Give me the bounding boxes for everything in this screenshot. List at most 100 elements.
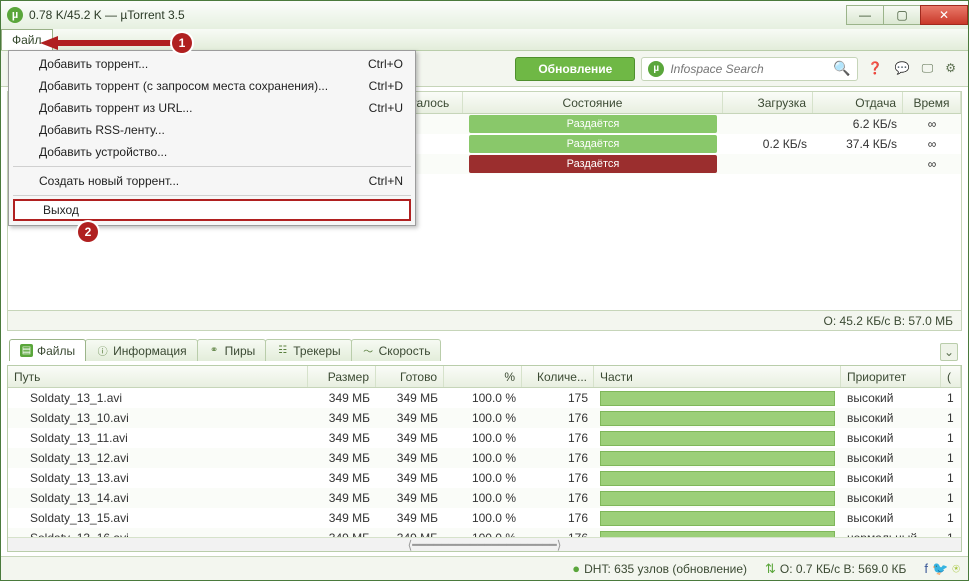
cell-parts: [594, 528, 841, 537]
col-download[interactable]: Загрузка: [723, 92, 813, 113]
search-icon[interactable]: 🔍: [833, 60, 850, 77]
menu-separator: [13, 166, 411, 167]
cell-pct: 100.0 %: [444, 388, 522, 408]
cell-path: Soldaty_13_14.avi: [8, 488, 308, 508]
cell-done: 349 МБ: [376, 508, 444, 528]
file-row[interactable]: Soldaty_13_10.avi349 МБ349 МБ100.0 %176в…: [8, 408, 961, 428]
cell-fsize: 349 МБ: [308, 508, 376, 528]
facebook-icon[interactable]: f: [924, 561, 928, 576]
tab-speed[interactable]: 〜Скорость: [351, 339, 442, 361]
cell-cnt: 176: [522, 528, 594, 537]
statusbar: ●DHT: 635 узлов (обновление) ⇅O: 0.7 КБ/…: [1, 556, 968, 580]
fcol-path[interactable]: Путь: [8, 366, 308, 387]
cell-pct: 100.0 %: [444, 528, 522, 537]
menu-item[interactable]: Добавить торрент...Ctrl+O: [11, 53, 413, 75]
search-box[interactable]: µ 🔍: [641, 57, 857, 81]
cell-state: Раздаётся: [463, 154, 723, 174]
file-row[interactable]: Soldaty_13_13.avi349 МБ349 МБ100.0 %176в…: [8, 468, 961, 488]
cell-last: 1: [941, 528, 961, 537]
update-button[interactable]: Обновление: [515, 57, 635, 81]
col-upload[interactable]: Отдача: [813, 92, 903, 113]
files-icon: ▤: [20, 344, 33, 357]
menu-item[interactable]: Добавить устройство...: [11, 141, 413, 163]
window-controls: — ▢ ✕: [847, 5, 968, 25]
tab-files[interactable]: ▤Файлы: [9, 339, 86, 361]
fcol-last[interactable]: (: [941, 366, 961, 387]
file-row[interactable]: Soldaty_13_12.avi349 МБ349 МБ100.0 %176в…: [8, 448, 961, 468]
menu-exit[interactable]: Выход: [13, 199, 411, 221]
cell-state: Раздаётся: [463, 134, 723, 154]
close-button[interactable]: ✕: [920, 5, 968, 25]
fcol-pct[interactable]: %: [444, 366, 522, 387]
cell-last: 1: [941, 428, 961, 448]
menu-item[interactable]: Добавить торрент из URL...Ctrl+U: [11, 97, 413, 119]
ut-icon: µ: [648, 61, 664, 77]
chat-icon[interactable]: 💬: [895, 61, 910, 76]
cell-prio: высокий: [841, 428, 941, 448]
cell-fsize: 349 МБ: [308, 448, 376, 468]
tab-trackers[interactable]: ☷Трекеры: [265, 339, 351, 361]
cell-done: 349 МБ: [376, 428, 444, 448]
file-row[interactable]: Soldaty_13_16.avi349 МБ349 МБ100.0 %176н…: [8, 528, 961, 537]
cell-done: 349 МБ: [376, 488, 444, 508]
cell-pct: 100.0 %: [444, 408, 522, 428]
menu-create-torrent[interactable]: Создать новый торрент... Ctrl+N: [11, 170, 413, 192]
col-state[interactable]: Состояние: [463, 92, 723, 113]
tabs-more[interactable]: ⌄: [940, 343, 958, 361]
cell-pct: 100.0 %: [444, 448, 522, 468]
cell-prio: высокий: [841, 408, 941, 428]
cell-cnt: 176: [522, 448, 594, 468]
torrent-footer-status: O: 45.2 КБ/с B: 57.0 МБ: [8, 310, 961, 330]
col-time[interactable]: Время: [903, 92, 961, 113]
net-icon: ⇅: [765, 561, 776, 577]
cell-prio: высокий: [841, 448, 941, 468]
menu-separator: [13, 195, 411, 196]
min-button[interactable]: —: [846, 5, 884, 25]
annotation-arrow: [40, 36, 180, 50]
cell-time: ∞: [903, 134, 961, 154]
status-speed: ⇅O: 0.7 КБ/с B: 569.0 КБ: [765, 561, 906, 577]
cell-path: Soldaty_13_12.avi: [8, 448, 308, 468]
fcol-size[interactable]: Размер: [308, 366, 376, 387]
cell-cnt: 176: [522, 488, 594, 508]
twitter-icon[interactable]: 🐦: [932, 561, 948, 577]
tab-peers[interactable]: ⚭Пиры: [197, 339, 267, 361]
fcol-priority[interactable]: Приоритет: [841, 366, 941, 387]
fcol-parts[interactable]: Части: [594, 366, 841, 387]
cell-parts: [594, 388, 841, 408]
help-icon[interactable]: ❓: [868, 61, 883, 76]
cell-fsize: 349 МБ: [308, 388, 376, 408]
cell-cnt: 175: [522, 388, 594, 408]
h-scrollbar[interactable]: ⟨━━━━━━━━━━━━━━━━━━━━⟩: [8, 537, 961, 551]
cell-path: Soldaty_13_11.avi: [8, 428, 308, 448]
cell-prio: высокий: [841, 488, 941, 508]
menu-item[interactable]: Добавить торрент (с запросом места сохра…: [11, 75, 413, 97]
cell-pct: 100.0 %: [444, 428, 522, 448]
android-icon[interactable]: ⍟: [952, 561, 960, 577]
search-input[interactable]: [670, 62, 827, 76]
menu-item[interactable]: Добавить RSS-ленту...: [11, 119, 413, 141]
cell-fsize: 349 МБ: [308, 428, 376, 448]
file-row[interactable]: Soldaty_13_14.avi349 МБ349 МБ100.0 %176в…: [8, 488, 961, 508]
cell-cnt: 176: [522, 508, 594, 528]
tab-info[interactable]: ⓘИнформация: [85, 339, 197, 361]
file-row[interactable]: Soldaty_13_15.avi349 МБ349 МБ100.0 %176в…: [8, 508, 961, 528]
cell-done: 349 МБ: [376, 528, 444, 537]
file-row[interactable]: Soldaty_13_1.avi349 МБ349 МБ100.0 %175вы…: [8, 388, 961, 408]
file-row[interactable]: Soldaty_13_11.avi349 МБ349 МБ100.0 %176в…: [8, 428, 961, 448]
cell-cnt: 176: [522, 428, 594, 448]
fcol-count[interactable]: Количе...: [522, 366, 594, 387]
files-panel: Путь Размер Готово % Количе... Части При…: [7, 365, 962, 552]
cell-fsize: 349 МБ: [308, 488, 376, 508]
settings-icon[interactable]: ⚙: [945, 61, 956, 76]
cell-fsize: 349 МБ: [308, 468, 376, 488]
remote-icon[interactable]: 🖵: [922, 61, 934, 76]
cell-done: 349 МБ: [376, 468, 444, 488]
fcol-done[interactable]: Готово: [376, 366, 444, 387]
cell-path: Soldaty_13_16.avi: [8, 528, 308, 537]
window-title: 0.78 K/45.2 K — µTorrent 3.5: [29, 8, 847, 22]
annotation-badge-1: 1: [172, 33, 192, 53]
max-button[interactable]: ▢: [883, 5, 921, 25]
cell-last: 1: [941, 448, 961, 468]
titlebar: µ 0.78 K/45.2 K — µTorrent 3.5 — ▢ ✕: [1, 1, 968, 29]
